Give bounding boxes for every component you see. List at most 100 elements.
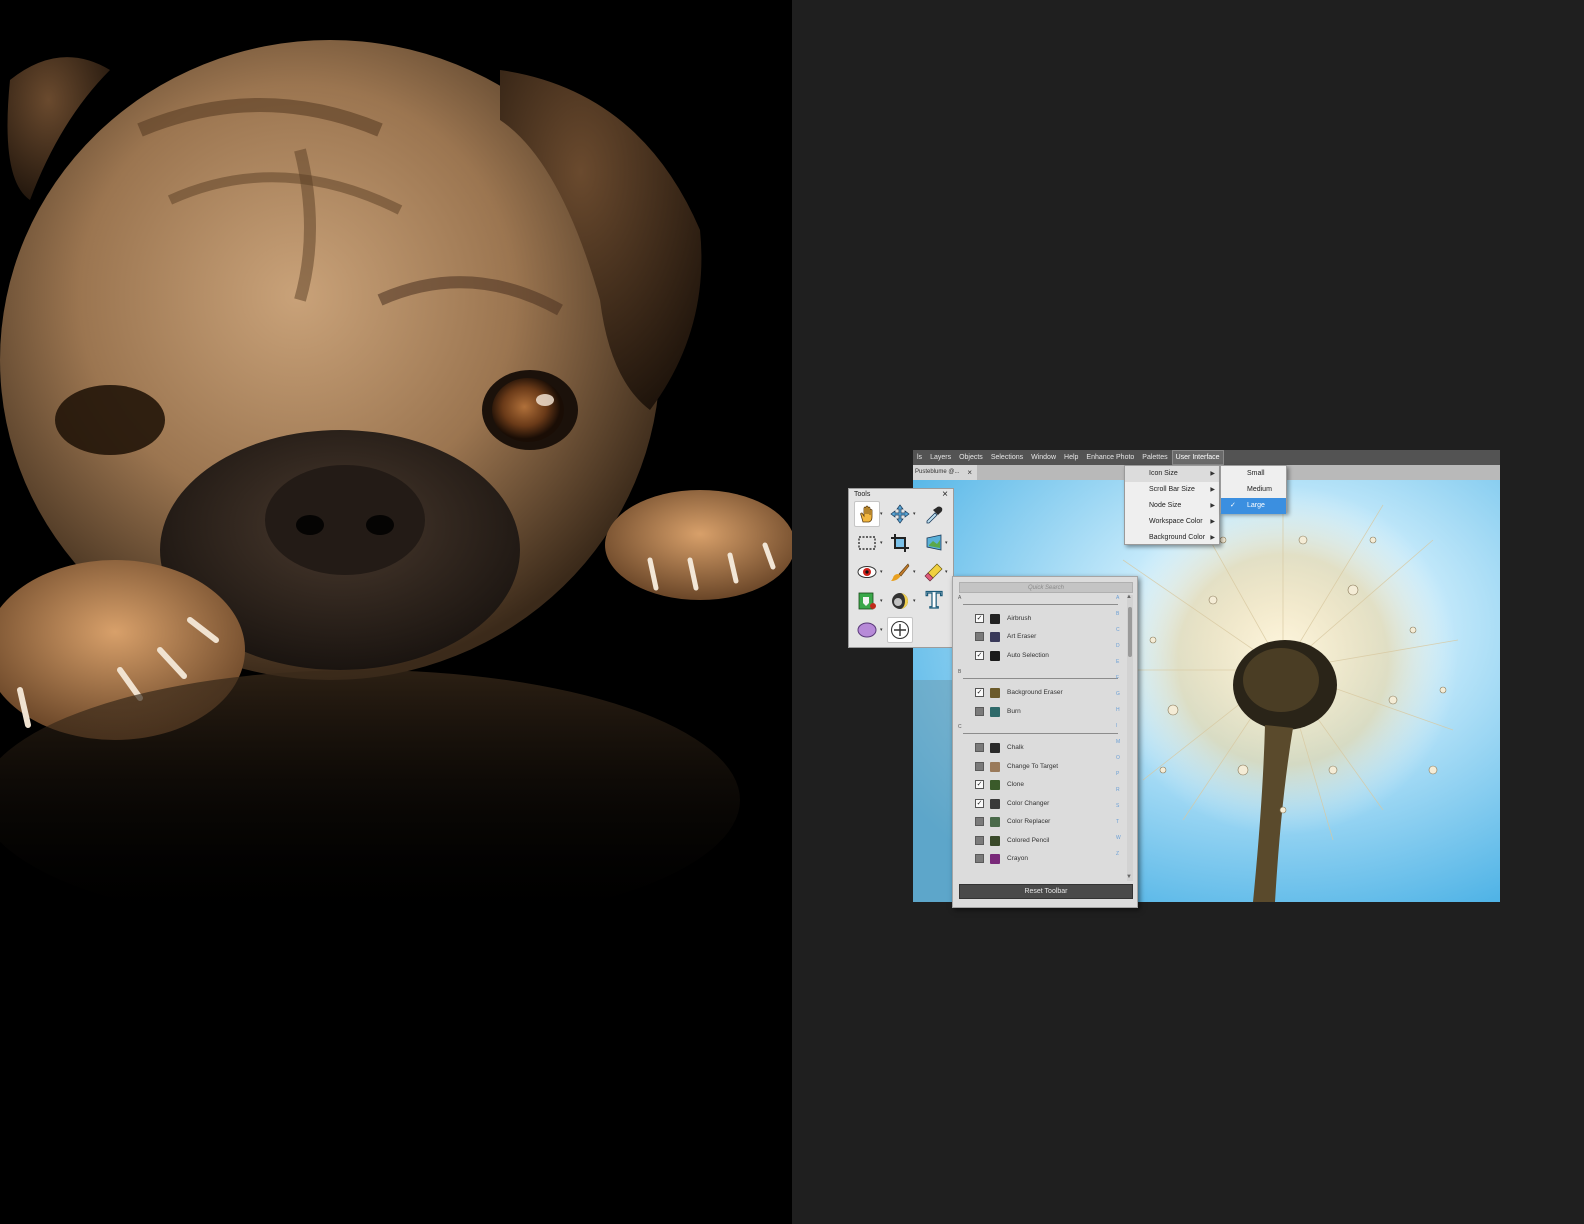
perspective-tool[interactable] [921, 530, 947, 556]
menu-window[interactable]: Window [1027, 450, 1060, 465]
list-item-change-to-target[interactable]: Change To Target [975, 760, 1058, 773]
list-item-color-changer[interactable]: ✓ Color Changer [975, 797, 1049, 810]
menu-help[interactable]: Help [1060, 450, 1082, 465]
caret-down-icon[interactable]: ▾ [913, 569, 916, 575]
index-letter[interactable]: W [1116, 835, 1121, 841]
checkbox[interactable] [975, 854, 984, 863]
caret-down-icon[interactable]: ▾ [880, 511, 883, 517]
document-tab[interactable]: Pusteblume @... × [913, 465, 977, 480]
checkbox[interactable] [975, 632, 984, 641]
menu-item-workspace-color[interactable]: Workspace Color ▶ [1125, 514, 1219, 530]
checkbox[interactable]: ✓ [975, 780, 984, 789]
menu-user-interface[interactable]: User Interface [1171, 450, 1224, 465]
pan-tool[interactable] [854, 501, 880, 527]
checkbox[interactable] [975, 836, 984, 845]
menu-palettes[interactable]: Palettes [1138, 450, 1171, 465]
index-letter[interactable]: B [1116, 611, 1119, 617]
list-item-airbrush[interactable]: ✓ Airbrush [975, 612, 1031, 625]
caret-down-icon[interactable]: ▾ [880, 598, 883, 604]
list-item-label: Color Changer [1007, 800, 1050, 807]
eraser-tool[interactable] [921, 559, 947, 585]
eraser-icon [924, 563, 943, 582]
list-item-clone[interactable]: ✓ Clone [975, 778, 1024, 791]
list-item-art-eraser[interactable]: Art Eraser [975, 630, 1036, 643]
list-item-crayon[interactable]: Crayon [975, 852, 1028, 865]
checkbox[interactable] [975, 817, 984, 826]
caret-down-icon[interactable]: ▾ [913, 511, 916, 517]
checkbox[interactable] [975, 762, 984, 771]
index-letter[interactable]: O [1116, 755, 1120, 761]
list-item-colored-pencil[interactable]: Colored Pencil [975, 834, 1049, 847]
index-letter[interactable]: Z [1116, 851, 1119, 857]
caret-down-icon[interactable]: ▾ [880, 627, 883, 633]
tools-palette: Tools × ▾ ▾ ▾ ▾ ▾ ▾ ▾ ▾ ▾ T ▾ [848, 488, 954, 648]
index-letter[interactable]: R [1116, 787, 1120, 793]
icon-size-submenu: Small Medium ✓ Large [1220, 465, 1287, 514]
red-eye-tool[interactable] [854, 559, 880, 585]
index-letter[interactable]: A [1116, 595, 1119, 601]
list-item-auto-selection[interactable]: ✓ Auto Selection [975, 649, 1049, 662]
checkbox[interactable] [975, 707, 984, 716]
scrollbar-thumb[interactable] [1128, 607, 1132, 657]
menu-item-scroll-bar-size[interactable]: Scroll Bar Size ▶ [1125, 482, 1219, 498]
index-letter[interactable]: C [1116, 627, 1120, 633]
menu-item-label: Medium [1247, 486, 1272, 493]
selection-tool[interactable] [854, 530, 880, 556]
index-letter[interactable]: M [1116, 739, 1120, 745]
menu-item-node-size[interactable]: Node Size ▶ [1125, 498, 1219, 514]
menu-enhance-photo[interactable]: Enhance Photo [1082, 450, 1138, 465]
checkbox[interactable] [975, 743, 984, 752]
index-letter[interactable]: E [1116, 659, 1119, 665]
close-icon[interactable]: × [942, 489, 948, 500]
pick-tool[interactable] [887, 501, 913, 527]
menu-item-icon-size[interactable]: Icon Size ▶ [1125, 466, 1219, 482]
brush-tool[interactable] [887, 559, 913, 585]
menu-item-label: Small [1247, 470, 1265, 477]
quick-search-input[interactable]: Quick Search [959, 582, 1133, 593]
add-tool[interactable] [887, 617, 913, 643]
caret-down-icon[interactable]: ▾ [880, 569, 883, 575]
checkbox[interactable]: ✓ [975, 688, 984, 697]
menu-layers[interactable]: Layers [926, 450, 955, 465]
dropper-tool[interactable] [921, 501, 947, 527]
text-tool[interactable]: T [921, 588, 947, 614]
menu-objects[interactable]: Objects [955, 450, 987, 465]
icon-size-small[interactable]: Small [1221, 466, 1286, 482]
menu-item-background-color[interactable]: Background Color ▶ [1125, 530, 1219, 546]
index-letter[interactable]: D [1116, 643, 1120, 649]
list-item-color-replacer[interactable]: Color Replacer [975, 815, 1050, 828]
checkbox[interactable]: ✓ [975, 799, 984, 808]
icon-size-large[interactable]: ✓ Large [1221, 498, 1286, 514]
customize-toolbar-panel: Quick Search A ✓ Airbrush Art Eraser ✓ A… [952, 576, 1138, 908]
close-icon[interactable]: × [967, 465, 972, 480]
index-letter[interactable]: H [1116, 707, 1120, 713]
list-item-chalk[interactable]: Chalk [975, 741, 1024, 754]
perspective-icon [926, 534, 942, 551]
checkbox[interactable]: ✓ [975, 651, 984, 660]
list-item-background-eraser[interactable]: ✓ Background Eraser [975, 686, 1063, 699]
chevron-down-icon[interactable]: ▼ [1126, 874, 1132, 880]
menu-selections[interactable]: Selections [987, 450, 1027, 465]
index-letter[interactable]: F [1116, 675, 1119, 681]
caret-down-icon[interactable]: ▾ [880, 540, 883, 546]
index-letter[interactable]: P [1116, 771, 1119, 777]
chevron-up-icon[interactable]: ▲ [1126, 594, 1132, 600]
checkbox[interactable]: ✓ [975, 614, 984, 623]
menu-file-partial[interactable]: ls [913, 450, 926, 465]
list-item-burn[interactable]: Burn [975, 705, 1021, 718]
caret-down-icon[interactable]: ▾ [913, 598, 916, 604]
icon-size-medium[interactable]: Medium [1221, 482, 1286, 498]
index-letter[interactable]: T [1116, 819, 1119, 825]
dodge-tool[interactable] [887, 588, 913, 614]
caret-down-icon[interactable]: ▾ [945, 569, 948, 575]
checkmark-icon: ✓ [1230, 502, 1236, 509]
index-letter[interactable]: G [1116, 691, 1120, 697]
fill-tool[interactable] [854, 588, 880, 614]
crop-tool[interactable] [887, 530, 913, 556]
shape-tool[interactable] [854, 617, 880, 643]
reset-toolbar-button[interactable]: Reset Toolbar [959, 884, 1133, 899]
index-letter[interactable]: I [1116, 723, 1117, 729]
caret-down-icon[interactable]: ▾ [945, 540, 948, 546]
change-to-target-icon [990, 761, 1000, 772]
index-letter[interactable]: S [1116, 803, 1119, 809]
